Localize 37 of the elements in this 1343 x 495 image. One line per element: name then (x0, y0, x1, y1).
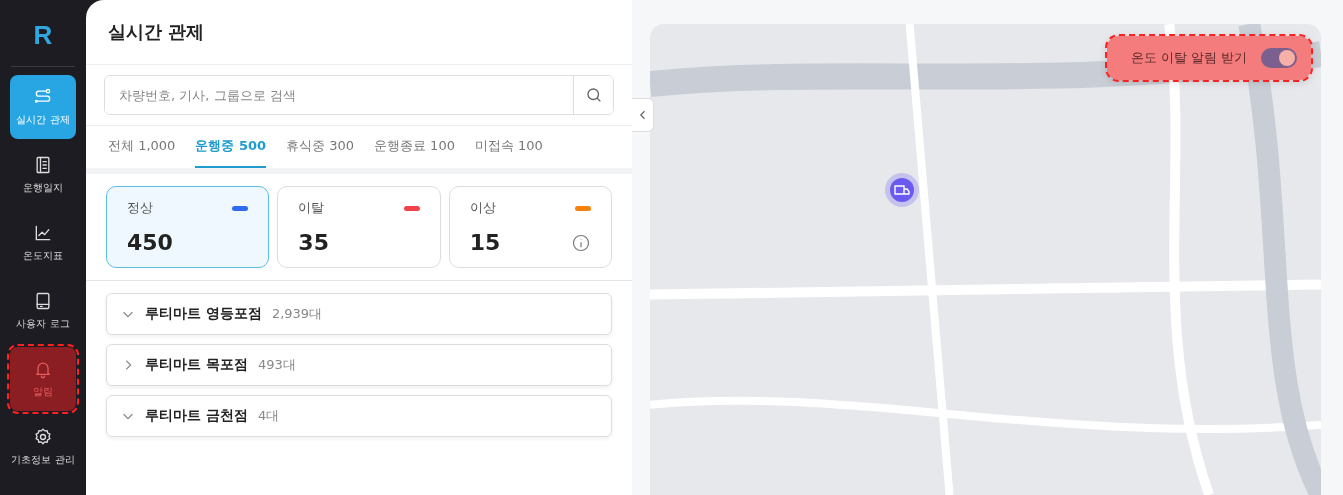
search-button[interactable] (573, 76, 613, 114)
status-label: 이상 (469, 199, 496, 217)
toggle-label: 온도 이탈 알림 받기 (1130, 49, 1247, 67)
status-label: 정상 (127, 199, 153, 217)
nav-item[interactable]: 운행일지 (10, 143, 76, 207)
filter-tab[interactable]: 미접속 100 (474, 126, 543, 168)
group-name: 루티마트 영등포점 (145, 305, 262, 323)
status-card[interactable]: 이상 15 (448, 186, 612, 268)
group-name: 루티마트 금천점 (145, 407, 248, 425)
status-label: 이탈 (298, 199, 325, 217)
group-count: 493대 (257, 356, 296, 374)
group-row[interactable]: 루티마트 영등포점 2,939대 (106, 293, 612, 335)
settings-icon (33, 427, 53, 447)
filter-tab[interactable]: 휴식중 300 (286, 126, 354, 168)
group-row[interactable]: 루티마트 목포점 493대 (106, 344, 612, 386)
collapse-button[interactable] (632, 98, 654, 132)
toggle-switch[interactable] (1261, 48, 1297, 68)
search-icon (584, 86, 603, 104)
line-chart-icon (33, 223, 53, 243)
nav-item[interactable]: 온도지표 (10, 211, 76, 275)
status-card[interactable]: 이탈 35 (277, 186, 441, 268)
filter-tab[interactable]: 전체 1,000 (108, 126, 176, 168)
status-count: 15 (469, 230, 501, 255)
logo: R (33, 22, 53, 48)
status-count: 450 (127, 230, 173, 255)
info-icon[interactable] (571, 232, 591, 253)
status-card[interactable]: 정상 450 (106, 186, 270, 268)
truck-marker-icon[interactable] (884, 172, 920, 208)
nav-item[interactable]: 사용자 로그 (10, 279, 76, 343)
status-count: 35 (298, 230, 329, 255)
group-row[interactable]: 루티마트 금천점 4대 (106, 395, 612, 437)
filter-tab[interactable]: 운행종료 100 (374, 126, 455, 168)
nav-item[interactable]: 기초정보 관리 (10, 415, 76, 479)
group-count: 4대 (257, 407, 280, 425)
group-name: 루티마트 목포점 (145, 356, 248, 374)
group-count: 2,939대 (271, 305, 323, 323)
search-field[interactable]: 차량번호, 기사, 그룹으로 검색 (104, 75, 614, 115)
